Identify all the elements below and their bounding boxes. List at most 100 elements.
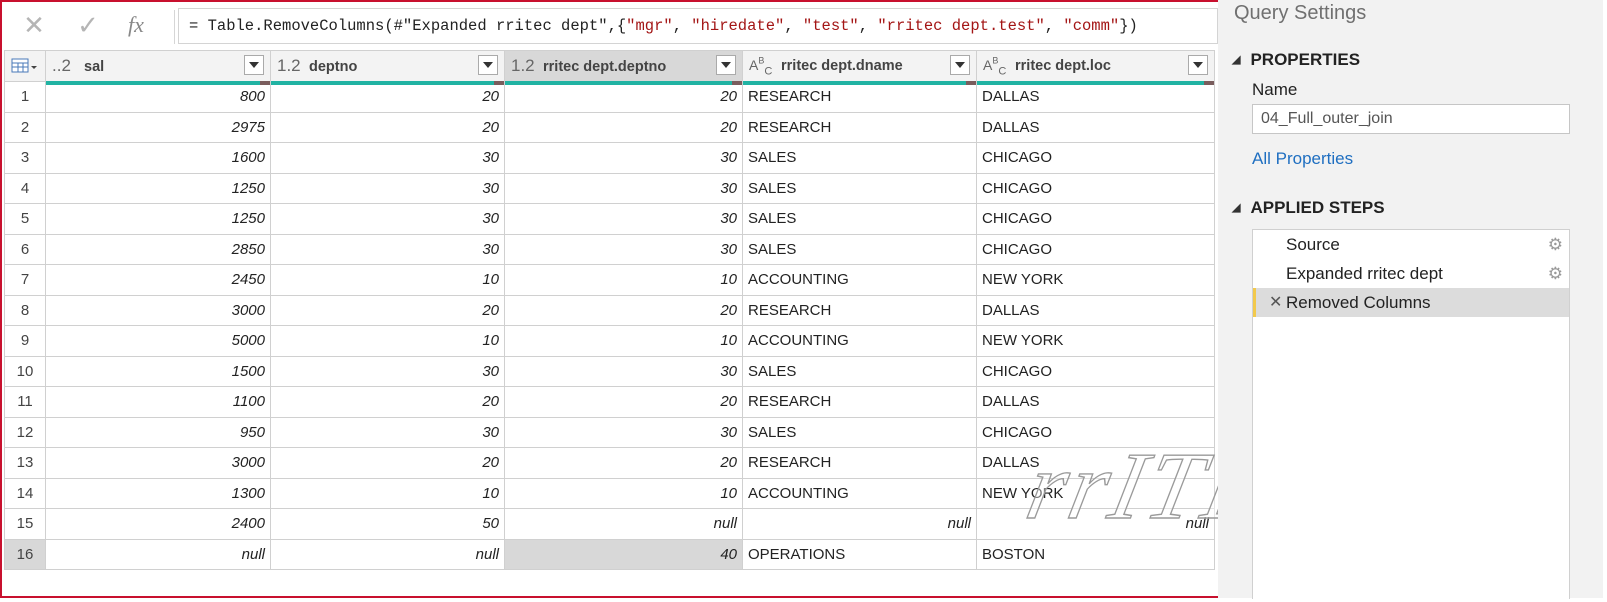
- table-cell[interactable]: NEW YORK: [976, 325, 1215, 357]
- table-cell[interactable]: 3000: [45, 447, 271, 479]
- table-cell[interactable]: 10: [270, 264, 505, 296]
- table-cell[interactable]: 1600: [45, 142, 271, 174]
- table-cell[interactable]: NEW YORK: [976, 264, 1215, 296]
- column-header-deptno[interactable]: 1.2 deptno: [270, 50, 505, 85]
- table-cell[interactable]: NEW YORK: [976, 477, 1215, 509]
- row-number[interactable]: 13: [4, 447, 46, 479]
- table-row[interactable]: 14 1300 10 10 ACCOUNTING NEW YORK: [4, 477, 1215, 509]
- collapse-triangle-icon[interactable]: ◢: [1232, 202, 1240, 214]
- column-type-icon[interactable]: 1.2: [271, 56, 309, 76]
- table-cell[interactable]: 950: [45, 416, 271, 448]
- row-number[interactable]: 3: [4, 142, 46, 174]
- table-row[interactable]: 10 1500 30 30 SALES CHICAGO: [4, 355, 1215, 387]
- table-cell[interactable]: 20: [270, 294, 505, 326]
- table-row[interactable]: 3 1600 30 30 SALES CHICAGO: [4, 142, 1215, 174]
- filter-dropdown-icon[interactable]: [716, 55, 736, 75]
- table-cell[interactable]: DALLAS: [976, 447, 1215, 479]
- filter-dropdown-icon[interactable]: [478, 55, 498, 75]
- table-cell[interactable]: 30: [270, 355, 505, 387]
- table-cell[interactable]: 1100: [45, 386, 271, 418]
- table-menu-icon[interactable]: [4, 50, 46, 82]
- table-cell[interactable]: 30: [270, 172, 505, 204]
- row-number[interactable]: 12: [4, 416, 46, 448]
- delete-step-icon[interactable]: ✕: [1269, 288, 1282, 317]
- table-row[interactable]: 13 3000 20 20 RESEARCH DALLAS: [4, 447, 1215, 479]
- applied-step-expanded-rritec-dept[interactable]: Expanded rritec dept ⚙: [1253, 259, 1569, 288]
- column-type-icon[interactable]: ABC: [977, 55, 1015, 77]
- table-row[interactable]: 11 1100 20 20 RESEARCH DALLAS: [4, 386, 1215, 418]
- table-cell[interactable]: DALLAS: [976, 111, 1215, 143]
- table-cell[interactable]: ACCOUNTING: [742, 264, 977, 296]
- table-cell[interactable]: 20: [270, 386, 505, 418]
- table-row[interactable]: 4 1250 30 30 SALES CHICAGO: [4, 172, 1215, 204]
- table-cell[interactable]: CHICAGO: [976, 203, 1215, 235]
- row-number[interactable]: 10: [4, 355, 46, 387]
- fx-button[interactable]: fx: [116, 8, 156, 42]
- table-cell[interactable]: SALES: [742, 203, 977, 235]
- table-cell[interactable]: DALLAS: [976, 386, 1215, 418]
- table-cell[interactable]: 10: [504, 325, 743, 357]
- table-cell[interactable]: 10: [504, 264, 743, 296]
- formula-input[interactable]: = Table.RemoveColumns(#"Expanded rritec …: [178, 8, 1218, 44]
- table-cell[interactable]: 20: [504, 294, 743, 326]
- filter-dropdown-icon[interactable]: [950, 55, 970, 75]
- table-cell[interactable]: 10: [270, 477, 505, 509]
- table-cell[interactable]: RESEARCH: [742, 386, 977, 418]
- table-cell[interactable]: 30: [504, 233, 743, 265]
- table-row[interactable]: 5 1250 30 30 SALES CHICAGO: [4, 203, 1215, 235]
- table-cell[interactable]: 10: [504, 477, 743, 509]
- table-cell[interactable]: SALES: [742, 142, 977, 174]
- row-number[interactable]: 16: [4, 538, 46, 570]
- table-cell[interactable]: CHICAGO: [976, 355, 1215, 387]
- table-cell[interactable]: 800: [45, 81, 271, 113]
- table-cell[interactable]: DALLAS: [976, 294, 1215, 326]
- row-number[interactable]: 6: [4, 233, 46, 265]
- table-row[interactable]: 1 800 20 20 RESEARCH DALLAS: [4, 81, 1215, 113]
- row-number[interactable]: 1: [4, 81, 46, 113]
- table-cell[interactable]: 2850: [45, 233, 271, 265]
- table-cell[interactable]: null: [45, 538, 271, 570]
- table-cell[interactable]: SALES: [742, 172, 977, 204]
- table-cell[interactable]: OPERATIONS: [742, 538, 977, 570]
- table-cell[interactable]: null: [504, 508, 743, 540]
- row-number[interactable]: 8: [4, 294, 46, 326]
- table-cell[interactable]: 1300: [45, 477, 271, 509]
- table-cell[interactable]: RESEARCH: [742, 111, 977, 143]
- table-cell[interactable]: RESEARCH: [742, 294, 977, 326]
- table-row[interactable]: 7 2450 10 10 ACCOUNTING NEW YORK: [4, 264, 1215, 296]
- gear-icon[interactable]: ⚙: [1548, 259, 1563, 288]
- row-number[interactable]: 9: [4, 325, 46, 357]
- row-number[interactable]: 7: [4, 264, 46, 296]
- table-cell[interactable]: SALES: [742, 233, 977, 265]
- row-number[interactable]: 14: [4, 477, 46, 509]
- table-cell[interactable]: 30: [504, 416, 743, 448]
- filter-dropdown-icon[interactable]: [1188, 55, 1208, 75]
- table-cell[interactable]: 30: [504, 355, 743, 387]
- table-cell[interactable]: 50: [270, 508, 505, 540]
- column-header-rritec-dept-deptno[interactable]: 1.2 rritec dept.deptno: [504, 50, 743, 85]
- query-name-input[interactable]: 04_Full_outer_join: [1252, 104, 1570, 134]
- table-cell[interactable]: 30: [270, 416, 505, 448]
- table-row[interactable]: 6 2850 30 30 SALES CHICAGO: [4, 233, 1215, 265]
- table-cell[interactable]: CHICAGO: [976, 416, 1215, 448]
- table-cell[interactable]: 30: [270, 233, 505, 265]
- table-cell[interactable]: null: [976, 508, 1215, 540]
- table-cell[interactable]: 20: [504, 386, 743, 418]
- table-cell[interactable]: 20: [504, 111, 743, 143]
- table-cell[interactable]: RESEARCH: [742, 81, 977, 113]
- table-cell[interactable]: RESEARCH: [742, 447, 977, 479]
- table-cell[interactable]: 3000: [45, 294, 271, 326]
- table-cell[interactable]: SALES: [742, 355, 977, 387]
- table-row[interactable]: 8 3000 20 20 RESEARCH DALLAS: [4, 294, 1215, 326]
- applied-step-source[interactable]: Source ⚙: [1253, 230, 1569, 259]
- column-type-icon[interactable]: 1.2: [505, 56, 543, 76]
- table-cell[interactable]: 30: [504, 142, 743, 174]
- table-cell[interactable]: ACCOUNTING: [742, 325, 977, 357]
- table-cell[interactable]: 1250: [45, 203, 271, 235]
- table-cell[interactable]: 30: [270, 142, 505, 174]
- column-header-rritec-dept-loc[interactable]: ABC rritec dept.loc: [976, 50, 1215, 85]
- table-cell[interactable]: null: [270, 538, 505, 570]
- commit-icon[interactable]: ✓: [68, 8, 108, 42]
- table-row[interactable]: 9 5000 10 10 ACCOUNTING NEW YORK: [4, 325, 1215, 357]
- collapse-triangle-icon[interactable]: ◢: [1232, 54, 1240, 66]
